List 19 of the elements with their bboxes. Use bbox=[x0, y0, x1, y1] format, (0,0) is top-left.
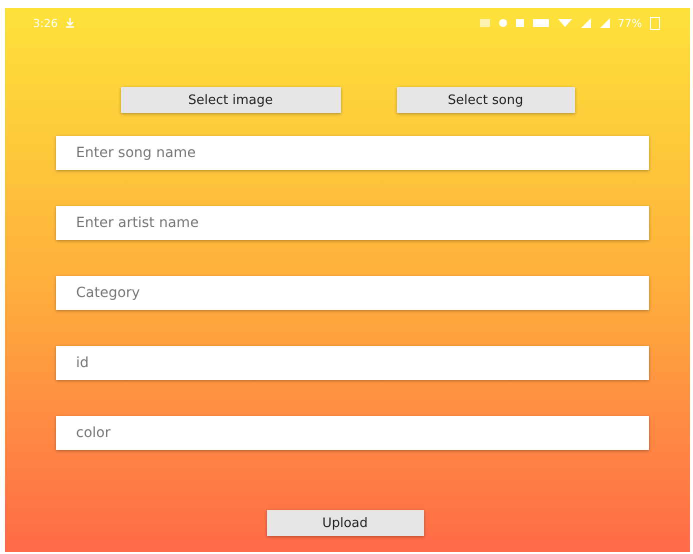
select-button[interactable]: Select song bbox=[396, 87, 574, 113]
square-icon bbox=[516, 19, 524, 27]
download-icon bbox=[66, 18, 74, 28]
square-icon bbox=[480, 19, 490, 27]
input-field[interactable]: Enter artist name bbox=[56, 206, 649, 240]
signal-icon bbox=[580, 18, 591, 28]
signal-icon bbox=[600, 18, 610, 28]
input-field[interactable]: color bbox=[56, 416, 649, 450]
select-button[interactable]: Select image bbox=[120, 87, 340, 113]
input-field[interactable]: id bbox=[56, 346, 649, 380]
circle-icon bbox=[498, 19, 507, 27]
upload-button[interactable]: Upload bbox=[266, 510, 424, 536]
input-field[interactable]: Enter song name bbox=[56, 136, 649, 170]
battery-icon bbox=[650, 16, 660, 30]
battery-level: 77% bbox=[618, 16, 642, 30]
rectangle-icon bbox=[532, 19, 549, 27]
input-field[interactable]: Category bbox=[56, 276, 649, 310]
status-time: 3:26 bbox=[33, 16, 58, 30]
wifi-icon bbox=[558, 19, 572, 27]
